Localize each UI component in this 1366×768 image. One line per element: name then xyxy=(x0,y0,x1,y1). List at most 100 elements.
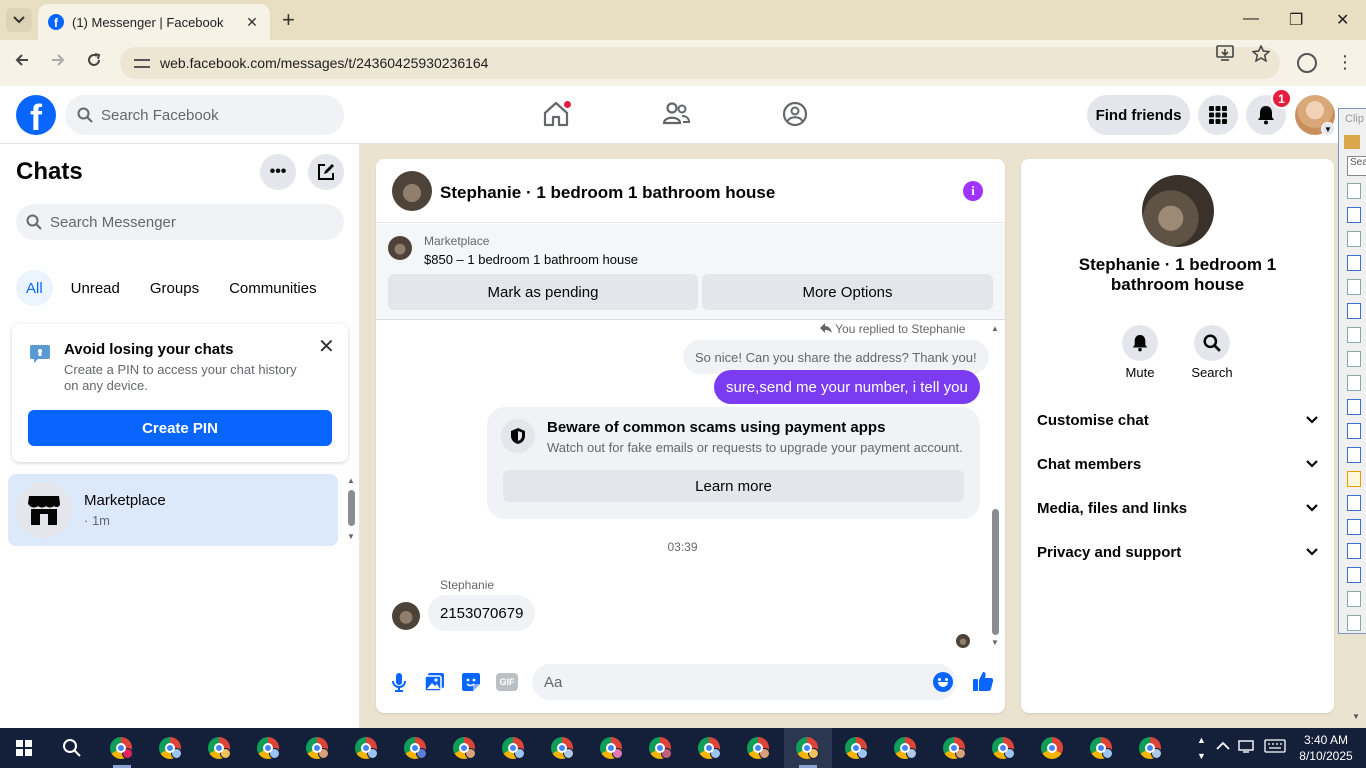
reload-icon[interactable] xyxy=(86,52,102,68)
system-clock[interactable]: 3:40 AM 8/10/2025 xyxy=(1292,732,1360,764)
more-options-button[interactable]: More Options xyxy=(702,274,993,310)
conversation-title[interactable]: Stephanie · 1 bedroom 1 bathroom house xyxy=(440,183,775,203)
document-icon[interactable] xyxy=(1347,567,1361,583)
chrome-icon[interactable] xyxy=(551,737,574,759)
close-icon[interactable]: ✕ xyxy=(318,334,335,359)
document-icon[interactable] xyxy=(1347,399,1361,415)
chrome-icon[interactable] xyxy=(306,737,329,759)
document-icon[interactable] xyxy=(1347,543,1361,559)
site-settings-icon[interactable] xyxy=(134,56,150,70)
chrome-icon[interactable] xyxy=(845,737,868,759)
chat-members-row[interactable]: Chat members xyxy=(1037,442,1318,486)
conversation-avatar[interactable] xyxy=(392,171,432,211)
filter-groups[interactable]: Groups xyxy=(138,270,211,306)
tab-search-button[interactable] xyxy=(6,8,32,32)
new-tab-button[interactable]: + xyxy=(282,9,295,31)
taskbar-scroll-icon[interactable]: ▲ ▼ xyxy=(1197,732,1206,764)
browser-menu-icon[interactable]: ⋮ xyxy=(1336,52,1354,72)
learn-more-button[interactable]: Learn more xyxy=(503,470,964,502)
document-icon[interactable] xyxy=(1347,207,1361,223)
chrome-icon[interactable] xyxy=(943,737,966,759)
filter-unread[interactable]: Unread xyxy=(59,270,132,306)
document-icon[interactable] xyxy=(1347,375,1361,391)
search-action[interactable]: Search xyxy=(1182,325,1242,380)
chrome-icon[interactable] xyxy=(159,737,182,759)
photo-icon[interactable] xyxy=(424,671,446,693)
document-icon[interactable] xyxy=(1347,303,1361,319)
chat-list-scrollbar[interactable]: ▲ ▼ xyxy=(346,476,356,542)
facebook-search-input[interactable] xyxy=(101,106,321,124)
address-bar[interactable]: web.facebook.com/messages/t/243604259302… xyxy=(120,47,1280,79)
chat-list-item[interactable]: Marketplace · 1m xyxy=(8,474,338,546)
clipboard-side-panel[interactable]: Clip Sea xyxy=(1338,108,1366,634)
filter-communities[interactable]: Communities xyxy=(217,270,329,306)
document-icon[interactable] xyxy=(1347,327,1361,343)
chat-options-button[interactable]: ••• xyxy=(260,154,296,190)
listing-title[interactable]: $850 – 1 bedroom 1 bathroom house xyxy=(424,252,638,267)
new-message-button[interactable] xyxy=(308,154,344,190)
chrome-icon[interactable] xyxy=(502,737,525,759)
minimize-window-button[interactable]: — xyxy=(1243,10,1259,28)
chrome-icon[interactable] xyxy=(1090,737,1113,759)
emoji-icon[interactable] xyxy=(933,672,953,692)
chrome-icon-active[interactable] xyxy=(796,737,819,759)
create-pin-button[interactable]: Create PIN xyxy=(28,410,332,446)
privacy-support-row[interactable]: Privacy and support xyxy=(1037,530,1318,574)
messenger-search-box[interactable] xyxy=(16,204,344,240)
message-input-box[interactable] xyxy=(532,664,956,700)
filter-all[interactable]: All xyxy=(16,270,53,306)
info-icon[interactable]: i xyxy=(963,181,983,201)
document-icon[interactable] xyxy=(1347,231,1361,247)
back-arrow-icon[interactable] xyxy=(14,52,30,68)
quoted-message[interactable]: So nice! Can you share the address? Than… xyxy=(683,340,989,374)
message-input[interactable] xyxy=(544,673,904,691)
account-caret-icon[interactable]: ▼ xyxy=(1321,122,1335,136)
menu-grid-button[interactable] xyxy=(1198,95,1238,135)
chrome-icon[interactable] xyxy=(992,737,1015,759)
friends-icon[interactable] xyxy=(661,99,691,129)
mute-action[interactable]: Mute xyxy=(1110,325,1170,380)
chrome-icon[interactable] xyxy=(894,737,917,759)
customise-chat-row[interactable]: Customise chat xyxy=(1037,398,1318,442)
browser-profile-icon[interactable] xyxy=(1297,53,1317,73)
document-icon[interactable] xyxy=(1347,447,1361,463)
incoming-message[interactable]: 2153070679 xyxy=(428,595,536,631)
network-icon[interactable] xyxy=(1238,739,1254,753)
chrome-icon[interactable] xyxy=(698,737,721,759)
outgoing-message[interactable]: sure,send me your number, i tell you xyxy=(714,370,980,404)
close-tab-icon[interactable]: ✕ xyxy=(244,14,260,31)
chrome-icon[interactable] xyxy=(600,737,623,759)
chrome-icon[interactable] xyxy=(649,737,672,759)
document-icon[interactable] xyxy=(1347,615,1361,631)
chrome-icon[interactable] xyxy=(747,737,770,759)
document-icon[interactable] xyxy=(1347,519,1361,535)
chrome-icon[interactable] xyxy=(1041,737,1063,759)
media-files-links-row[interactable]: Media, files and links xyxy=(1037,486,1318,530)
microphone-icon[interactable] xyxy=(388,671,410,693)
search-icon[interactable] xyxy=(62,738,82,758)
chrome-icon[interactable] xyxy=(404,737,427,759)
messenger-search-input[interactable] xyxy=(50,213,270,231)
chevron-up-icon[interactable] xyxy=(1216,739,1230,753)
document-icon[interactable] xyxy=(1347,351,1361,367)
document-icon[interactable] xyxy=(1347,591,1361,607)
chrome-icon[interactable] xyxy=(1139,737,1162,759)
thumbs-up-icon[interactable] xyxy=(972,670,994,692)
document-icon[interactable] xyxy=(1347,183,1361,199)
gif-icon[interactable]: GIF xyxy=(496,673,518,691)
sticker-icon[interactable] xyxy=(460,671,482,693)
chrome-icon[interactable] xyxy=(208,737,231,759)
chrome-icon[interactable] xyxy=(453,737,476,759)
sender-avatar[interactable] xyxy=(392,602,420,630)
browser-tab-messenger[interactable]: f (1) Messenger | Facebook ✕ xyxy=(38,4,270,40)
windows-start-icon[interactable] xyxy=(16,740,32,756)
document-icon[interactable] xyxy=(1347,423,1361,439)
conversation-scroll-thumb[interactable] xyxy=(992,509,999,635)
maximize-window-button[interactable]: ❐ xyxy=(1289,10,1303,30)
chrome-icon[interactable] xyxy=(257,737,280,759)
mark-pending-button[interactable]: Mark as pending xyxy=(388,274,698,310)
install-app-icon[interactable] xyxy=(1216,45,1234,61)
forward-arrow-icon[interactable] xyxy=(50,52,66,68)
facebook-logo-icon[interactable]: f xyxy=(16,95,56,135)
document-icon[interactable] xyxy=(1347,495,1361,511)
